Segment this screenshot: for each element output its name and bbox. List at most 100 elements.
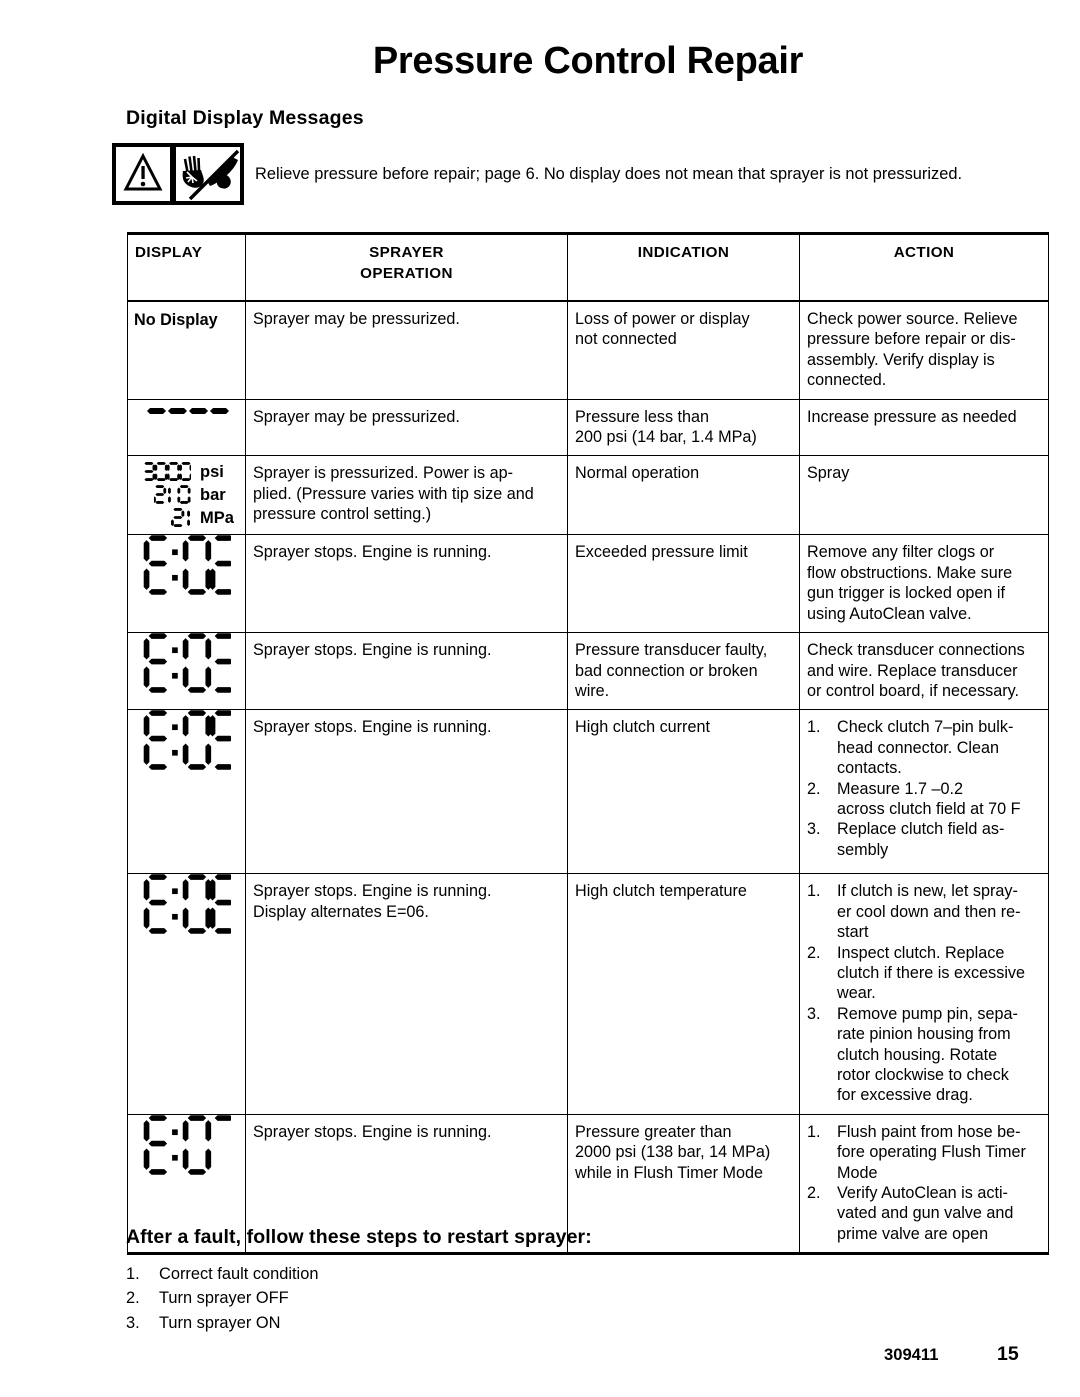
lcd-digits-21-icon (171, 508, 191, 528)
warning-text: Relieve pressure before repair; page 6. … (255, 165, 962, 183)
pressure-unit-row: bar (139, 483, 234, 506)
lcd-code-e02-icon (143, 535, 231, 596)
sprayer-operation-text: Sprayer stops. Engine is running. (253, 543, 492, 562)
lcd-value-mpa (139, 508, 191, 528)
action-line: Check transducer connections (807, 641, 1025, 660)
action-step-line: start (837, 923, 869, 942)
restart-step-number: 2. (126, 1289, 140, 1308)
table-row: Sprayer stops. Engine is running. High c… (127, 709, 1049, 875)
footer-page-number: 15 (997, 1343, 1019, 1365)
restart-step: 2. Turn sprayer OFF (126, 1286, 318, 1310)
sprayer-operation-cell: Sprayer may be pressurized. (245, 300, 568, 400)
action-step-line: vated and gun valve and (837, 1204, 1014, 1223)
indication-cell: Loss of power or display not connected (567, 300, 800, 400)
table-row: Sprayer stops. Engine is running. Pressu… (127, 632, 1049, 711)
document-page: Pressure Control Repair Digital Display … (0, 0, 1080, 1397)
action-step: 2. Verify AutoClean is acti- vated and g… (807, 1183, 1045, 1244)
sprayer-operation-line: plied. (Pressure varies with tip size an… (253, 484, 534, 503)
action-cell: 1. Flush paint from hose be- fore operat… (799, 1113, 1049, 1256)
action-step-number: 3. (807, 1004, 821, 1023)
column-header-sprayer-operation: SPRAYER OPERATION (245, 232, 568, 303)
warning-pictogram-group (112, 143, 244, 205)
indication-line: Pressure less than (575, 407, 710, 426)
lcd-error-code-display (128, 633, 245, 693)
action-cell: Check transducer connections and wire. R… (799, 632, 1049, 711)
column-header-indication: INDICATION (567, 232, 800, 303)
digital-display-messages-table: DISPLAY SPRAYER OPERATION INDICATION ACT… (127, 232, 1049, 1256)
action-step-line: contacts. (837, 759, 902, 778)
action-step-line: Remove pump pin, sepa- (837, 1004, 1018, 1023)
sprayer-operation-line: Display alternates E=06. (253, 902, 429, 921)
indication-cell: Exceeded pressure limit (567, 534, 800, 634)
restart-step-text: Turn sprayer OFF (159, 1289, 289, 1308)
action-step-line: Verify AutoClean is acti- (837, 1184, 1008, 1202)
table-row: Sprayer may be pressurized. Pressure les… (127, 398, 1049, 457)
sprayer-operation-text: Sprayer may be pressurized. (253, 310, 460, 329)
action-line: assembly. Verify display is (807, 350, 995, 369)
column-header-sprayer-operation-line2: OPERATION (360, 264, 453, 282)
lcd-digits-3000-icon (144, 462, 192, 482)
column-header-display: DISPLAY (127, 232, 246, 303)
action-cell: Check power source. Relieve pressure bef… (799, 300, 1049, 400)
action-step-number: 3. (807, 820, 821, 839)
indication-cell: High clutch temperature (567, 873, 800, 1115)
action-line: gun trigger is locked open if (807, 584, 1005, 603)
action-step-line: fore operating Flush Timer (837, 1143, 1026, 1162)
pressure-unit-label-psi: psi (200, 462, 224, 481)
action-step: 2. Inspect clutch. Replace clutch if the… (807, 943, 1045, 1004)
restart-step: 3. Turn sprayer ON (126, 1311, 318, 1335)
indication-text: Exceeded pressure limit (575, 543, 748, 562)
indication-text: High clutch temperature (575, 882, 747, 901)
indication-cell: Pressure greater than 2000 psi (138 bar,… (567, 1113, 800, 1256)
indication-line: Pressure greater than (575, 1122, 732, 1141)
action-step-line: clutch housing. Rotate (837, 1045, 998, 1064)
restart-steps-list: 1. Correct fault condition 2. Turn spray… (126, 1262, 318, 1335)
action-cell: Increase pressure as needed (799, 398, 1049, 457)
warning-triangle-icon (112, 143, 174, 205)
sprayer-operation-text: Sprayer stops. Engine is running. Displa… (246, 874, 567, 930)
sprayer-operation-cell: Sprayer stops. Engine is running. Displa… (245, 873, 568, 1115)
action-step-line: Replace clutch field as- (837, 820, 1005, 839)
sprayer-operation-cell: Sprayer is pressurized. Power is ap- pli… (245, 455, 568, 536)
action-line: using AutoClean valve. (807, 604, 972, 623)
page-title: Pressure Control Repair (372, 40, 804, 82)
sprayer-operation-line: pressure control setting.) (253, 505, 432, 524)
table-row: Sprayer stops. Engine is running. Displa… (127, 873, 1049, 1115)
sprayer-operation-cell: Sprayer stops. Engine is running. (245, 709, 568, 875)
lcd-code-e05-icon (143, 710, 231, 771)
display-cell (127, 398, 246, 457)
action-step: 1. Flush paint from hose be- fore operat… (807, 1122, 1045, 1183)
indication-line: Loss of power or display (575, 310, 750, 329)
action-step-number: 1. (807, 1122, 821, 1141)
indication-line: not connected (575, 330, 677, 349)
lcd-value-psi (139, 462, 192, 482)
indication-line: while in Flush Timer Mode (575, 1163, 764, 1182)
display-cell (127, 873, 246, 1115)
action-step-number: 2. (807, 1184, 821, 1202)
indication-text: Pressure transducer faulty, bad connecti… (568, 633, 799, 709)
action-step: 3. Remove pump pin, sepa- rate pinion ho… (807, 1004, 1045, 1106)
indication-line: Pressure transducer faulty, (575, 641, 768, 660)
action-steps-list: 1. Check clutch 7–pin bulk- head connect… (800, 710, 1048, 868)
action-step-number: 1. (807, 718, 821, 737)
action-step-line: Flush paint from hose be- (837, 1122, 1021, 1141)
action-step-line: across clutch field at 70 F (837, 799, 1021, 818)
action-cell: Remove any filter clogs or flow obstruct… (799, 534, 1049, 634)
display-cell: psi bar MPa (127, 455, 246, 536)
display-cell (127, 709, 246, 875)
table-row: psi bar MPa Sprayer is pressurized. Powe… (127, 455, 1049, 536)
lcd-code-e03-icon (143, 633, 231, 693)
sprayer-operation-text: Sprayer stops. Engine is running. (253, 718, 492, 737)
action-steps-list: 1. Flush paint from hose be- fore operat… (800, 1115, 1048, 1252)
indication-cell: High clutch current (567, 709, 800, 875)
action-text: Check power source. Relieve pressure bef… (800, 302, 1048, 399)
sprayer-operation-cell: Sprayer may be pressurized. (245, 398, 568, 457)
indication-line: wire. (575, 681, 610, 700)
indication-line: bad connection or broken (575, 661, 758, 680)
action-step-number: 2. (807, 779, 821, 798)
action-cell: 1. Check clutch 7–pin bulk- head connect… (799, 709, 1049, 875)
restart-heading: After a fault, follow these steps to res… (126, 1226, 592, 1248)
column-header-action: ACTION (799, 232, 1049, 303)
pressure-unit-row: psi (139, 460, 234, 483)
indication-text: Loss of power or display not connected (568, 302, 799, 358)
